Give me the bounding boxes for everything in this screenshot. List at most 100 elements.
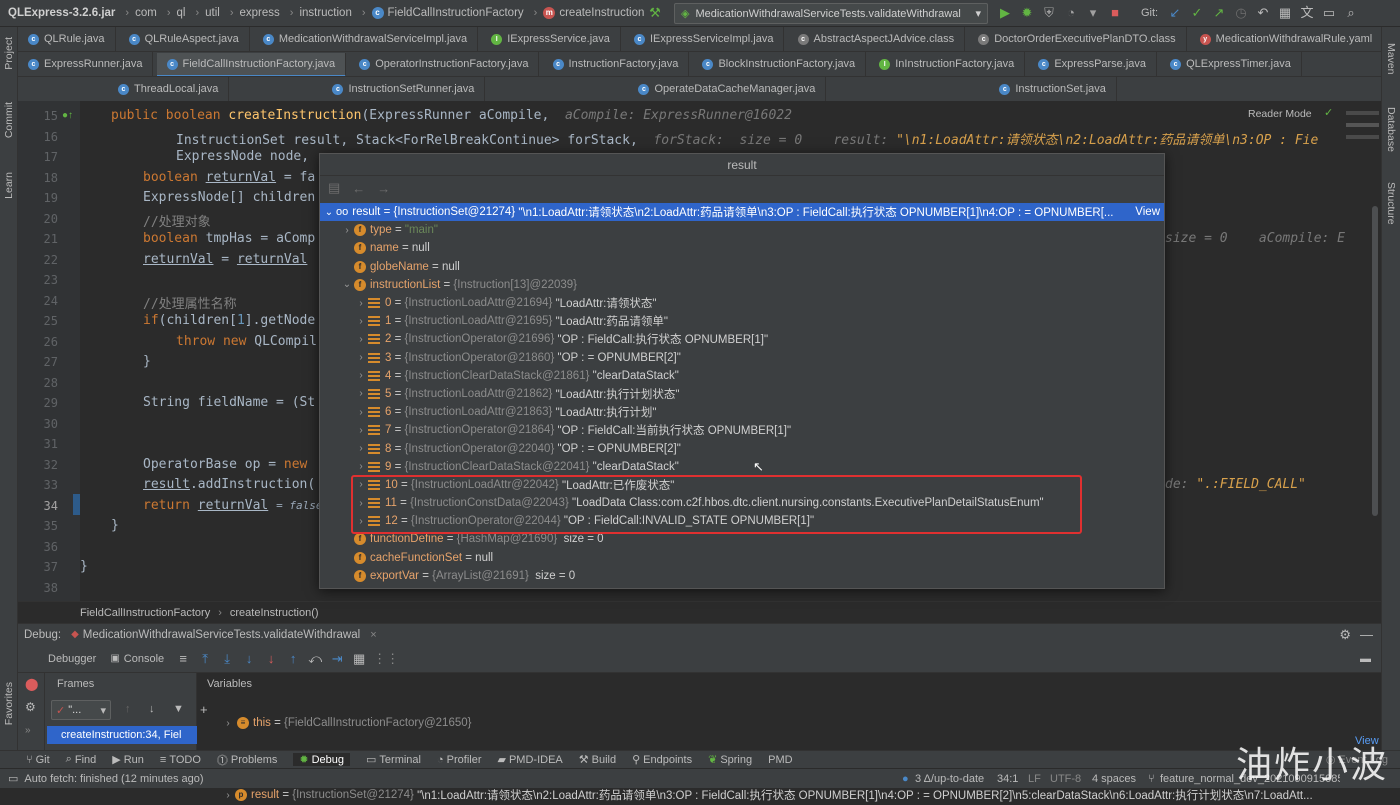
chevron-right-icon[interactable]: › bbox=[354, 443, 368, 454]
add-watch-icon[interactable]: + bbox=[200, 702, 208, 717]
tool-problems[interactable]: ⓵ Problems bbox=[217, 752, 277, 768]
status-message[interactable]: Auto fetch: finished (12 minutes ago) bbox=[24, 773, 203, 785]
instruction-row[interactable]: › 1 = {InstructionLoadAttr@21695} "LoadAt… bbox=[320, 312, 1164, 330]
translate-icon[interactable]: 文 bbox=[1299, 5, 1315, 21]
menu-icon[interactable]: ≡ bbox=[175, 651, 191, 667]
push-icon[interactable]: ↗ bbox=[1211, 5, 1227, 21]
editor-tab[interactable]: I IExpressService.java bbox=[481, 27, 621, 51]
reader-mode-toggle[interactable]: Reader Mode bbox=[1248, 108, 1312, 120]
crumb-package[interactable]: util bbox=[205, 7, 220, 19]
instruction-row[interactable]: › 3 = {InstructionOperator@21860} "OP : =… bbox=[320, 349, 1164, 367]
chevron-right-icon[interactable]: › bbox=[221, 718, 235, 729]
tool-build[interactable]: ⚒ Build bbox=[579, 753, 616, 767]
editor-tab[interactable]: c IExpressServiceImpl.java bbox=[624, 27, 785, 51]
tool-pmd-idea[interactable]: ▰ PMD-IDEA bbox=[498, 753, 563, 767]
instruction-row[interactable]: › 7 = {InstructionOperator@21864} "OP : F… bbox=[320, 421, 1164, 439]
maven-tool-button[interactable]: Maven bbox=[1385, 43, 1397, 75]
crumb-class[interactable]: FieldCallInstructionFactory bbox=[388, 7, 524, 19]
database-tool-button[interactable]: Database bbox=[1385, 107, 1397, 152]
chevron-right-icon[interactable]: › bbox=[340, 225, 354, 236]
editor-tab[interactable]: c MedicationWithdrawalServiceImpl.java bbox=[253, 27, 479, 51]
drop-frame-icon[interactable]: ⤺ bbox=[307, 651, 323, 667]
current-frame[interactable]: createInstruction:34, Fiel bbox=[47, 726, 197, 744]
instruction-row[interactable]: › 4 = {InstructionClearDataStack@21861} "… bbox=[320, 367, 1164, 385]
instruction-row[interactable]: › 8 = {InstructionOperator@22040} "OP : =… bbox=[320, 439, 1164, 457]
indent-setting[interactable]: 4 spaces bbox=[1092, 773, 1136, 785]
thread-select[interactable]: ✓ "... ▾ bbox=[51, 700, 111, 720]
tool-todo[interactable]: ≡ TODO bbox=[160, 754, 201, 766]
editor-tab[interactable]: c ExpressRunner.java bbox=[18, 52, 154, 76]
expand-icon[interactable]: » bbox=[25, 725, 31, 736]
show-execution-point-icon[interactable]: ⤒ bbox=[197, 651, 213, 667]
chevron-right-icon[interactable]: › bbox=[354, 298, 368, 309]
editor-tab[interactable]: c BlockInstructionFactory.java bbox=[692, 52, 867, 76]
tab-console[interactable]: Console bbox=[124, 653, 164, 665]
layout-settings-icon[interactable]: ▬ bbox=[1360, 653, 1371, 665]
structure-tool-button[interactable]: Structure bbox=[1385, 182, 1397, 225]
tree-root-row[interactable]: ⌄ oo result = {InstructionSet@21274} "\n… bbox=[320, 203, 1164, 222]
settings-icon[interactable]: ⚙ bbox=[25, 700, 36, 714]
forward-arrow-icon[interactable]: → bbox=[377, 181, 390, 196]
vcs-status[interactable]: 3 Δ/up-to-date bbox=[915, 773, 984, 785]
breadcrumb-class[interactable]: FieldCallInstructionFactory bbox=[80, 607, 210, 619]
learn-tool-button[interactable]: Learn bbox=[3, 172, 15, 199]
tree-field-row[interactable]: f globeName = null bbox=[320, 258, 1164, 276]
debug-icon[interactable]: ✹ bbox=[1019, 5, 1035, 21]
commit-icon[interactable]: ✓ bbox=[1189, 5, 1205, 21]
favorites-tool-button[interactable]: Favorites bbox=[3, 682, 15, 725]
editor-tab[interactable]: c InstructionFactory.java bbox=[543, 52, 690, 76]
editor-tab-active[interactable]: c FieldCallInstructionFactory.java bbox=[156, 53, 347, 76]
line-separator[interactable]: LF bbox=[1028, 773, 1041, 785]
editor-tab[interactable]: c OperateDataCacheManager.java bbox=[628, 77, 827, 101]
coverage-icon[interactable]: ⛨ bbox=[1041, 5, 1057, 21]
chevron-right-icon[interactable]: › bbox=[354, 388, 368, 399]
editor-tab[interactable]: y MedicationWithdrawalRule.yaml bbox=[1190, 27, 1381, 51]
editor-tab[interactable]: c ThreadLocal.java bbox=[108, 77, 230, 101]
tool-profiler[interactable]: ◔ Profiler bbox=[437, 754, 482, 766]
scrollbar-thumb[interactable] bbox=[1372, 206, 1378, 516]
filter-icon[interactable]: ▼ bbox=[173, 703, 184, 715]
editor-tab[interactable]: c ExpressParse.java bbox=[1028, 52, 1158, 76]
tree-field-row[interactable]: › f type = "main" bbox=[320, 221, 1164, 239]
editor-tab[interactable]: I InInstructionFactory.java bbox=[869, 52, 1026, 76]
step-into-icon[interactable]: ↓ bbox=[241, 651, 257, 667]
commit-tool-button[interactable]: Commit bbox=[3, 102, 15, 138]
update-project-icon[interactable]: ↙ bbox=[1167, 5, 1183, 21]
gear-icon[interactable]: ⚙ bbox=[1339, 627, 1351, 643]
editor-tab[interactable]: c OperatorInstructionFactory.java bbox=[349, 52, 540, 76]
view-breakpoints-icon[interactable]: ⬤ bbox=[25, 677, 38, 691]
variable-row[interactable]: › ≡ this = {FieldCallInstructionFactory@… bbox=[221, 714, 1371, 732]
chevron-right-icon[interactable]: › bbox=[354, 334, 368, 345]
hammer-icon[interactable]: ⚒ bbox=[647, 5, 663, 21]
tool-find[interactable]: ⌕ Find bbox=[66, 753, 97, 766]
tool-terminal[interactable]: ▭ Terminal bbox=[366, 753, 421, 767]
up-arrow-icon[interactable]: ↑ bbox=[125, 703, 131, 715]
more-run-icon[interactable]: ▾ bbox=[1085, 5, 1101, 21]
trace-icon[interactable]: ⋮⋮ bbox=[373, 651, 399, 667]
project-structure-icon[interactable]: ▦ bbox=[1277, 5, 1293, 21]
chevron-down-icon[interactable]: ⌄ bbox=[340, 279, 354, 290]
search-icon[interactable]: ⌕ bbox=[1343, 5, 1359, 21]
crumb-method[interactable]: createInstruction bbox=[559, 7, 644, 19]
editor-tab[interactable]: c QLExpressTimer.java bbox=[1160, 52, 1302, 76]
run-configuration-select[interactable]: ◈ MedicationWithdrawalServiceTests.valid… bbox=[674, 3, 988, 24]
crumb-package[interactable]: express bbox=[239, 7, 279, 19]
step-over-icon[interactable]: ⤓ bbox=[219, 651, 235, 667]
tool-pmd[interactable]: PMD bbox=[768, 754, 792, 766]
editor-scrollbar[interactable] bbox=[1346, 101, 1381, 601]
tree-field-row[interactable]: ⌄ f instructionList = {Instruction[13]@22… bbox=[320, 276, 1164, 294]
tool-git[interactable]: ⑂ Git bbox=[26, 754, 50, 766]
instruction-row[interactable]: › 9 = {InstructionClearDataStack@22041} "… bbox=[320, 458, 1164, 476]
tool-spring[interactable]: ❦ Spring bbox=[708, 753, 752, 767]
profile-icon[interactable]: ◔ bbox=[1063, 5, 1079, 21]
tab-debugger[interactable]: Debugger bbox=[48, 653, 96, 665]
project-tool-button[interactable]: Project bbox=[3, 37, 15, 70]
chevron-right-icon[interactable]: › bbox=[354, 316, 368, 327]
run-to-cursor-icon[interactable]: ⇥ bbox=[329, 651, 345, 667]
run-icon[interactable]: ▶ bbox=[997, 5, 1013, 21]
chevron-right-icon[interactable]: › bbox=[221, 790, 235, 801]
editor-tab[interactable]: c AbstractAspectJAdvice.class bbox=[788, 27, 966, 51]
project-name[interactable]: QLExpress-3.2.6.jar bbox=[8, 7, 115, 19]
back-arrow-icon[interactable]: ← bbox=[352, 181, 365, 196]
history-icon[interactable]: ◷ bbox=[1233, 5, 1249, 21]
